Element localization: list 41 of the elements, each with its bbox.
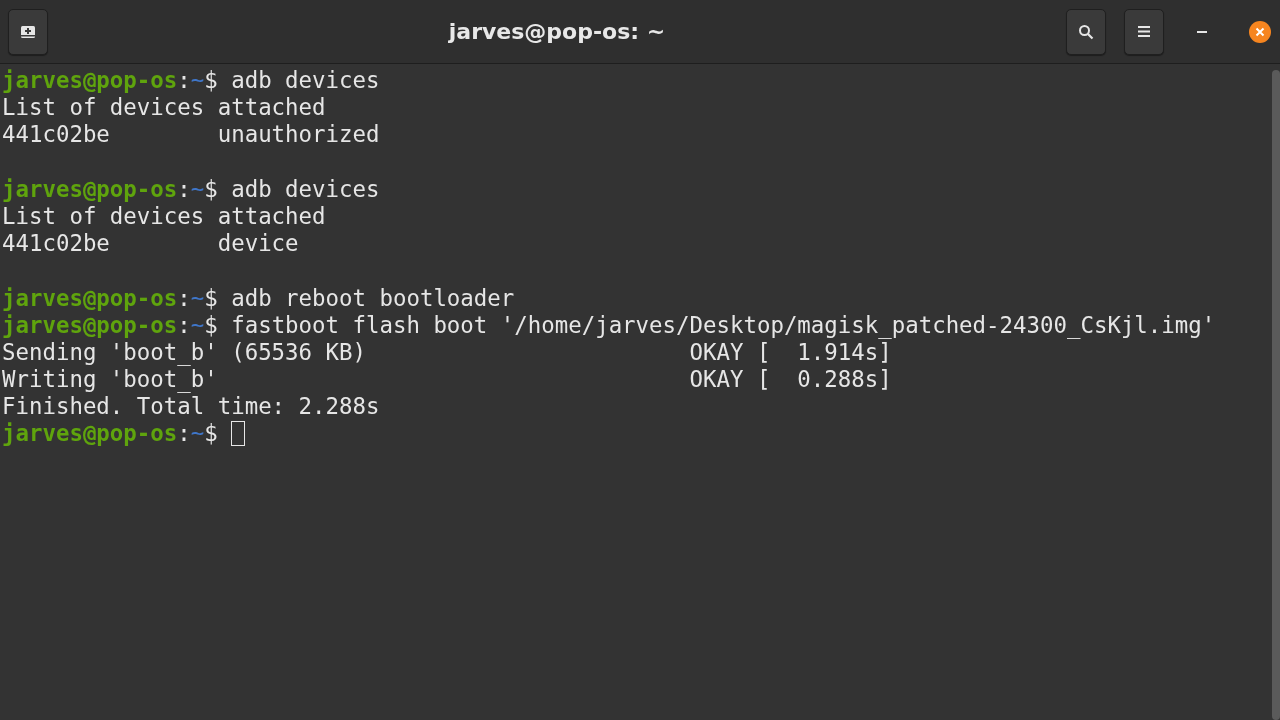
prompt-symbol: $ [204,284,218,312]
prompt-symbol: $ [204,311,218,339]
prompt-symbol: $ [204,67,218,95]
prompt-path: ~ [190,284,205,312]
prompt-path: ~ [190,311,205,339]
command-text: adb reboot bootloader [231,284,515,312]
minimize-icon [1197,30,1207,33]
search-icon [1078,23,1094,40]
scrollbar[interactable] [1272,70,1280,720]
command-text: fastboot flash boot '/home/jarves/Desktop/magisk_patched-24300_CsKjl.img' [231,311,1216,339]
prompt-user-host: jarves@pop-os [2,311,178,339]
output-line: 441c02be device [2,230,299,258]
window-title: jarves@pop-os: ~ [447,19,667,44]
prompt-separator: : [177,420,191,448]
output-line: Sending 'boot_b' (65536 KB) OKAY [ 1.914s] [2,338,892,367]
output-line: List of devices attached [2,94,326,122]
menu-button[interactable] [1124,8,1164,55]
prompt-user-host: jarves@pop-os [2,175,178,203]
output-line: Writing 'boot_b' OKAY [ 0.288s] [2,366,892,394]
prompt-symbol: $ [204,420,218,448]
new-tab-icon [20,24,36,39]
new-tab-button[interactable] [8,8,48,55]
prompt-separator: : [177,175,191,203]
command-text: adb devices [231,67,380,95]
prompt-path: ~ [190,67,205,95]
search-button[interactable] [1066,8,1106,55]
output-line: List of devices attached [2,202,326,231]
prompt-user-host: jarves@pop-os [2,420,178,448]
close-icon [1249,20,1271,43]
prompt-separator: : [177,284,191,312]
prompt-path: ~ [190,175,205,203]
menu-icon [1138,26,1150,37]
prompt-symbol: $ [204,175,218,203]
prompt-separator: : [177,67,191,95]
command-text: adb devices [231,175,380,203]
prompt-user-host: jarves@pop-os [2,67,178,95]
output-line: 441c02be unauthorized [2,121,380,149]
output-line: Finished. Total time: 2.288s [2,393,380,421]
prompt-separator: : [177,311,191,339]
prompt-user-host: jarves@pop-os [2,284,178,312]
prompt-path: ~ [190,420,205,448]
